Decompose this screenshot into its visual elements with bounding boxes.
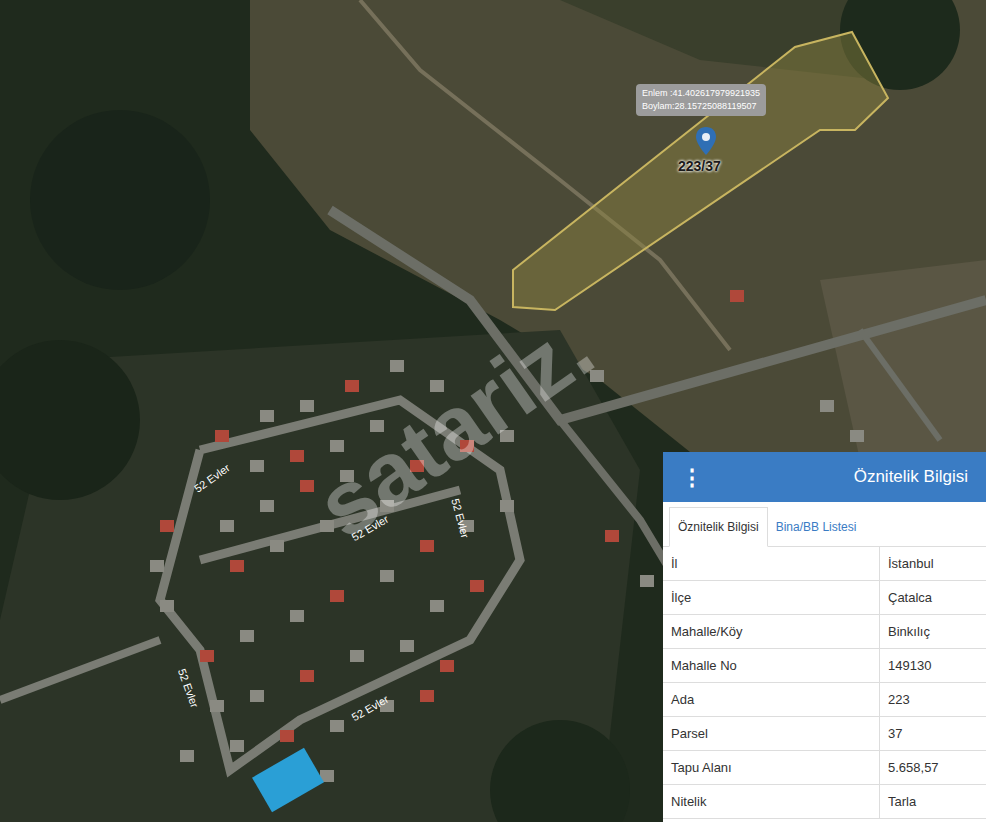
menu-icon[interactable]: ⋮ <box>681 461 703 494</box>
table-row: İlİstanbul <box>663 547 986 581</box>
panel-header: ⋮ Öznitelik Bilgisi <box>663 452 986 502</box>
row-key: Mahalle/Köy <box>663 615 880 648</box>
map-screen: 52 Evler52 Evler52 Evler52 Evler52 Evler… <box>0 0 986 822</box>
row-key: İlçe <box>663 581 880 614</box>
table-row: Tapu Alanı5.658,57 <box>663 751 986 785</box>
row-key: Ada <box>663 683 880 716</box>
table-row: NitelikTarla <box>663 785 986 819</box>
row-key: Nitelik <box>663 785 880 818</box>
row-key: İl <box>663 547 880 580</box>
row-key: Tapu Alanı <box>663 751 880 784</box>
row-value: 5.658,57 <box>880 751 986 784</box>
attribute-panel: ⋮Öznitelik BilgisiÖznitelik BilgisiBina/… <box>663 452 986 822</box>
row-value: 149130 <box>880 649 986 682</box>
row-value: İstanbul <box>880 547 986 580</box>
tab-bar: Öznitelik BilgisiBina/BB Listesi <box>663 502 986 547</box>
row-key: Parsel <box>663 717 880 750</box>
table-row: Mahalle No149130 <box>663 649 986 683</box>
table-row: Mahalle/KöyBinkılıç <box>663 615 986 649</box>
row-value: 223 <box>880 683 986 716</box>
panel-title: Öznitelik Bilgisi <box>854 464 968 490</box>
map-pin-icon[interactable] <box>695 126 717 156</box>
row-value: Binkılıç <box>880 615 986 648</box>
tab[interactable]: Bina/BB Listesi <box>768 508 865 546</box>
coordinate-tooltip: Enlem :41.402617979921935Boylam:28.15725… <box>636 84 766 116</box>
table-row: Ada223 <box>663 683 986 717</box>
parcel-polygon <box>513 32 888 310</box>
row-key: Mahalle No <box>663 649 880 682</box>
table-row: Parsel37 <box>663 717 986 751</box>
table-row: İlçeÇatalca <box>663 581 986 615</box>
attribute-table: İlİstanbulİlçeÇatalcaMahalle/KöyBinkılıç… <box>663 547 986 819</box>
row-value: Tarla <box>880 785 986 818</box>
row-value: 37 <box>880 717 986 750</box>
watermark: satariz. <box>289 283 621 571</box>
row-value: Çatalca <box>880 581 986 614</box>
tab[interactable]: Öznitelik Bilgisi <box>669 507 768 547</box>
parcel-label: 223/37 <box>678 156 721 177</box>
